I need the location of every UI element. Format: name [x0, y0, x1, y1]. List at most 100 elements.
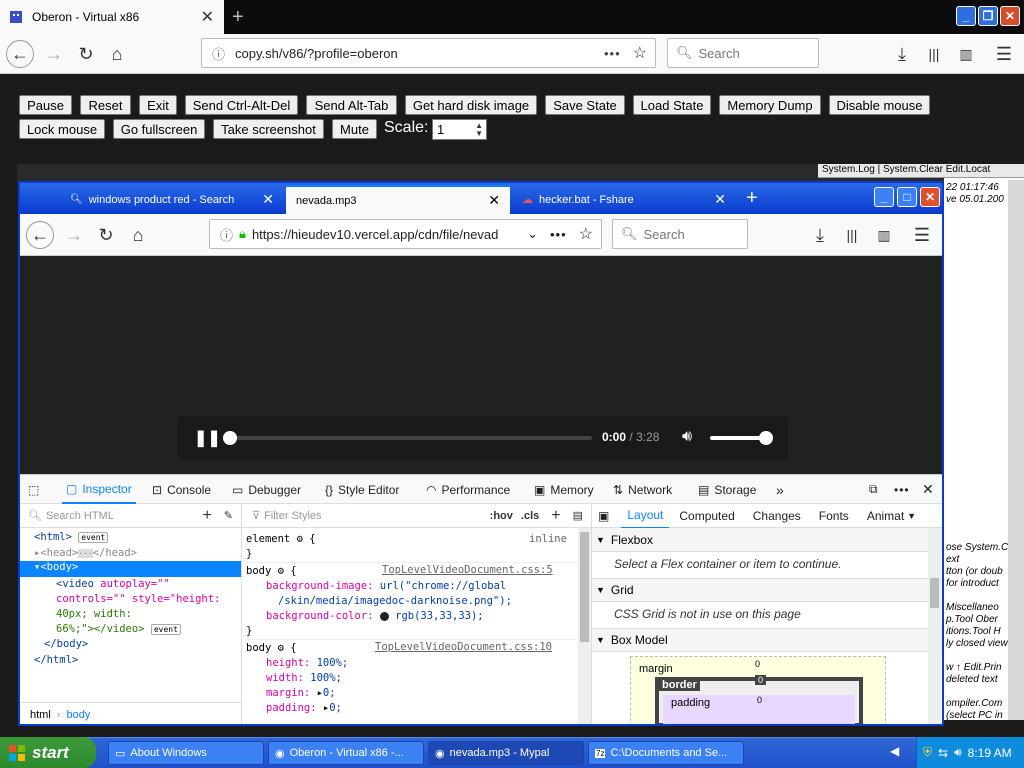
downloads-icon[interactable]: ⤓ — [806, 221, 834, 249]
tab-performance[interactable]: ◠ Performance — [426, 475, 510, 504]
tab-network[interactable]: ⇅ Network — [613, 475, 672, 504]
inner-tab-search[interactable]: 🔍︎ windows product red - Search ✕ — [60, 185, 284, 214]
tab-memory[interactable]: ▣ Memory — [534, 475, 594, 504]
cls-toggle[interactable]: .cls — [521, 510, 539, 522]
oberon-scrollbar[interactable] — [1008, 180, 1024, 720]
taskbar-item-about[interactable]: ▭ About Windows — [108, 741, 264, 765]
taskbar-item-mypal[interactable]: ◉ nevada.mp3 - Mypal — [428, 741, 584, 765]
load-state-button[interactable]: Load State — [633, 95, 711, 115]
tab-console[interactable]: ⊡ Console — [152, 475, 211, 504]
taskbar-item-7zip[interactable]: 7z C:\Documents and Se... — [588, 741, 744, 765]
tab-layout[interactable]: Layout — [621, 504, 670, 529]
send-ctrl-alt-del-button[interactable]: Send Ctrl-Alt-Del — [185, 95, 298, 115]
rule-source-link[interactable]: TopLevelVideoDocument.css:10 — [375, 641, 552, 653]
box-margin[interactable]: margin 0 border 0 padding 0 — [630, 656, 886, 724]
library-icon[interactable]: ||| — [838, 221, 866, 249]
grid-header[interactable]: ▼ Grid — [592, 578, 942, 602]
toggle-sidebar-icon[interactable]: ▣ — [598, 509, 609, 523]
print-icon[interactable]: ▤ — [573, 509, 583, 522]
breadcrumb-item[interactable]: html — [30, 709, 51, 721]
dock-icon[interactable]: ⧉ — [869, 475, 878, 504]
volume-track[interactable] — [710, 436, 766, 440]
seek-thumb[interactable] — [223, 431, 237, 445]
sidebar-icon[interactable]: ▥ — [952, 40, 980, 68]
outer-url-bar[interactable]: ⓘ copy.sh/v86/?profile=oberon ••• ☆ — [201, 38, 656, 68]
volume-icon[interactable]: 🔊︎ — [954, 745, 962, 760]
mute-button[interactable]: Mute — [332, 119, 377, 139]
rules-scrollbar[interactable] — [578, 528, 591, 724]
memory-dump-button[interactable]: Memory Dump — [719, 95, 821, 115]
go-fullscreen-button[interactable]: Go fullscreen — [113, 119, 205, 139]
close-window-icon[interactable]: ✕ — [920, 187, 940, 207]
box-model-header[interactable]: ▼ Box Model — [592, 628, 942, 652]
tab-debugger[interactable]: ▭ Debugger — [232, 475, 301, 504]
inner-search-box[interactable]: 🔍︎ Search — [612, 219, 748, 249]
inner-url-bar[interactable]: ⓘ 🔒︎ https://hieudev10.vercel.app/cdn/fi… — [209, 219, 602, 249]
taskbar-item-oberon[interactable]: ◉ Oberon - Virtual x86 -... — [268, 741, 424, 765]
network-icon[interactable]: ⇆ — [938, 746, 948, 760]
page-actions-icon[interactable]: ••• — [550, 227, 567, 242]
home-icon[interactable]: ⌂ — [124, 221, 152, 249]
eyedropper-icon[interactable]: ✎ — [224, 509, 233, 522]
tab-animations[interactable]: Animat — [867, 509, 904, 523]
library-icon[interactable]: ||| — [920, 40, 948, 68]
tab-changes[interactable]: Changes — [753, 509, 801, 523]
bookmark-star-icon[interactable]: ☆ — [633, 43, 647, 63]
forward-icon[interactable]: → — [40, 40, 68, 68]
downloads-icon[interactable]: ⤓ — [888, 40, 916, 68]
tab-computed[interactable]: Computed — [679, 509, 734, 523]
new-tab-icon[interactable]: + — [746, 187, 758, 210]
close-tab-icon[interactable]: ✕ — [714, 191, 726, 208]
flexbox-header[interactable]: ▼ Flexbox — [592, 528, 942, 552]
event-badge[interactable]: event — [150, 624, 181, 635]
body-node-selected[interactable]: ▾<body> — [20, 561, 241, 577]
back-icon[interactable]: ← — [6, 40, 34, 68]
breadcrumb-item[interactable]: body — [66, 709, 90, 721]
tab-inspector[interactable]: ▢ Inspector — [62, 475, 136, 504]
bookmark-star-icon[interactable]: ☆ — [579, 224, 593, 244]
close-tab-icon[interactable]: ✕ — [262, 191, 274, 208]
volume-icon[interactable]: 🔊︎ — [682, 428, 692, 446]
page-actions-icon[interactable]: ••• — [604, 46, 621, 61]
add-rule-icon[interactable]: + — [551, 507, 560, 525]
more-tabs-icon[interactable]: » — [776, 475, 784, 504]
menu-icon[interactable]: ☰ — [990, 40, 1018, 68]
close-tab-icon[interactable]: ✕ — [201, 7, 214, 27]
outer-search-box[interactable]: 🔍︎ Search — [667, 38, 819, 68]
maximize-icon[interactable]: □ — [897, 187, 917, 207]
home-icon[interactable]: ⌂ — [103, 40, 131, 68]
sidebar-icon[interactable]: ▥ — [870, 221, 898, 249]
outer-tab[interactable]: Oberon - Virtual x86 ✕ — [0, 0, 224, 34]
minimize-icon[interactable]: _ — [956, 6, 976, 26]
save-state-button[interactable]: Save State — [545, 95, 625, 115]
pause-icon[interactable]: ❚❚ — [194, 428, 221, 448]
back-icon[interactable]: ← — [26, 221, 54, 249]
add-node-icon[interactable]: + — [202, 507, 211, 525]
oberon-log-title[interactable]: System.Log | System.Clear Edit.Locat — [818, 164, 1024, 178]
forward-icon[interactable]: → — [60, 221, 88, 249]
element-picker-icon[interactable]: ⬚ — [28, 475, 39, 504]
start-button[interactable]: start — [0, 737, 96, 768]
pause-button[interactable]: Pause — [19, 95, 72, 115]
filter-styles-bar[interactable]: ⊽ Filter Styles :hov .cls + ▤ — [242, 504, 591, 528]
scale-input[interactable]: 1 ▲ ▼ — [432, 119, 487, 140]
inner-tab-fshare[interactable]: ☁ hecker.bat - Fshare ✕ — [512, 185, 736, 214]
reload-icon[interactable]: ↻ — [72, 40, 100, 68]
tab-storage[interactable]: ▤ Storage — [698, 475, 756, 504]
security-shield-icon[interactable]: ⛨ — [923, 745, 932, 760]
close-devtools-icon[interactable]: ✕ — [922, 475, 934, 504]
reload-icon[interactable]: ↻ — [92, 221, 120, 249]
minimize-icon[interactable]: _ — [874, 187, 894, 207]
volume-thumb[interactable] — [759, 431, 773, 445]
lock-mouse-button[interactable]: Lock mouse — [19, 119, 105, 139]
scale-spinner-icon[interactable]: ▲ ▼ — [475, 121, 483, 138]
head-node[interactable]: ▸<head>···</head> — [34, 547, 137, 559]
tab-style-editor[interactable]: {} Style Editor — [325, 475, 399, 504]
reset-button[interactable]: Reset — [80, 95, 131, 115]
get-hard-disk-image-button[interactable]: Get hard disk image — [405, 95, 537, 115]
html-node[interactable]: <html> event — [34, 531, 109, 543]
send-alt-tab-button[interactable]: Send Alt-Tab — [306, 95, 397, 115]
new-tab-icon[interactable]: + — [232, 6, 244, 29]
box-padding[interactable]: padding 0 — [663, 695, 855, 724]
devtools-menu-icon[interactable]: ••• — [894, 475, 910, 504]
